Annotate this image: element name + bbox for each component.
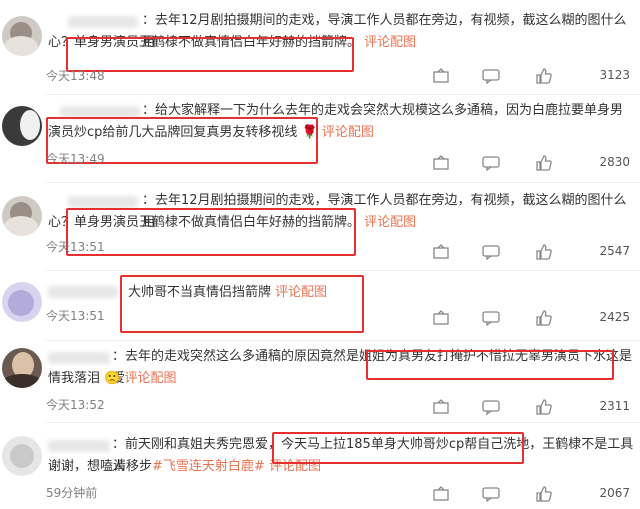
- divider: [46, 94, 640, 95]
- share-icon[interactable]: [432, 486, 450, 502]
- like-count: 2067: [599, 486, 630, 500]
- avatar[interactable]: [2, 196, 42, 236]
- avatar[interactable]: [2, 16, 42, 56]
- comment-image-link[interactable]: 评论配图: [124, 371, 176, 386]
- comment-item: ：去年的走戏突然这么多通稿的原因竟然是姐姐为真男友打掩护不惜拉无辜男演员下水这是…: [0, 346, 640, 416]
- timestamp: 今天13:52: [46, 398, 105, 412]
- like-icon[interactable]: [535, 244, 553, 260]
- comment-item: ：去年12月剧拍摄期间的走戏，导演工作人员都在旁边，有视频，截这么糊的图什么用 …: [0, 10, 640, 90]
- divider: [46, 182, 640, 183]
- like-count: 2311: [599, 399, 630, 413]
- timestamp: 今天13:49: [46, 152, 105, 166]
- avatar[interactable]: [2, 348, 42, 388]
- like-icon[interactable]: [535, 399, 553, 415]
- comment-item: 大帅哥不当真情侣挡箭牌 评论配图 今天13:51 2425: [0, 275, 640, 344]
- comment-actions: 2425: [400, 310, 640, 326]
- username-blurred[interactable]: [48, 440, 110, 452]
- reply-icon[interactable]: [482, 310, 500, 326]
- username-blurred[interactable]: [48, 352, 110, 364]
- highlight-box: [66, 208, 356, 256]
- comment-item: ：前天刚和真姐夫秀完恩爱，今天马上拉185单身大帅哥炒cp帮自己洗地，王鹤棣不是…: [0, 432, 640, 508]
- divider: [46, 422, 640, 423]
- comment-image-link[interactable]: 评论配图: [322, 125, 374, 140]
- comment-actions: 2067: [400, 486, 640, 502]
- hashtag-link[interactable]: #飞雪连天射白鹿#: [152, 459, 265, 474]
- username-blurred[interactable]: [68, 196, 138, 208]
- timestamp: 今天13:51: [46, 309, 105, 323]
- comment-actions: 2547: [400, 244, 640, 260]
- timestamp: 59分钟前: [46, 486, 98, 500]
- avatar[interactable]: [2, 106, 42, 146]
- username-blurred[interactable]: [68, 16, 138, 28]
- comment-image-link[interactable]: 评论配图: [364, 35, 416, 50]
- username-blurred[interactable]: [48, 286, 118, 298]
- like-icon[interactable]: [535, 155, 553, 171]
- divider: [46, 340, 640, 341]
- sad-emoji: 🙁: [104, 371, 121, 386]
- reply-icon[interactable]: [482, 399, 500, 415]
- share-icon[interactable]: [432, 244, 450, 260]
- highlight-box: [366, 350, 614, 380]
- like-count: 2547: [599, 244, 630, 258]
- comment-actions: 2311: [400, 399, 640, 415]
- like-icon[interactable]: [535, 68, 553, 84]
- share-icon[interactable]: [432, 68, 450, 84]
- avatar[interactable]: [2, 282, 42, 322]
- highlight-box: [272, 432, 524, 464]
- timestamp: 今天13:48: [46, 69, 105, 83]
- like-count: 2830: [599, 155, 630, 169]
- avatar[interactable]: [2, 436, 42, 476]
- like-icon[interactable]: [535, 486, 553, 502]
- timestamp: 今天13:51: [46, 240, 105, 254]
- reply-icon[interactable]: [482, 68, 500, 84]
- share-icon[interactable]: [432, 155, 450, 171]
- comment-image-link[interactable]: 评论配图: [364, 215, 416, 230]
- highlight-box: [66, 37, 354, 72]
- reply-icon[interactable]: [482, 155, 500, 171]
- like-count: 3123: [599, 68, 630, 82]
- share-icon[interactable]: [432, 399, 450, 415]
- comment-item: ：去年12月剧拍摄期间的走戏，导演工作人员都在旁边，有视频，截这么糊的图什么用 …: [0, 190, 640, 270]
- share-icon[interactable]: [432, 310, 450, 326]
- like-icon[interactable]: [535, 310, 553, 326]
- comment-actions: 3123: [400, 68, 640, 84]
- highlight-box: [120, 275, 364, 333]
- like-count: 2425: [599, 310, 630, 324]
- comment-item: ：给大家解释一下为什么去年的走戏会突然大规模这么多通稿，因为白鹿拉要单身男 演员…: [0, 100, 640, 180]
- divider: [46, 270, 640, 271]
- reply-icon[interactable]: [482, 244, 500, 260]
- reply-icon[interactable]: [482, 486, 500, 502]
- comment-actions: 2830: [400, 155, 640, 171]
